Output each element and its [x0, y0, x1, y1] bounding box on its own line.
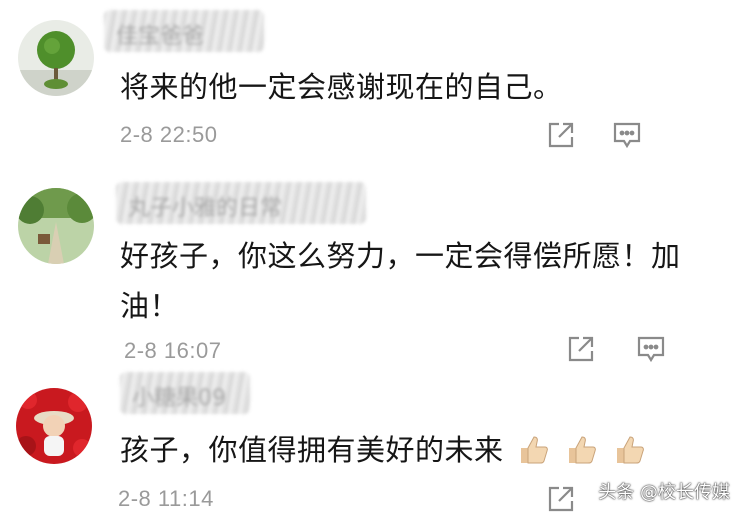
username-blurred[interactable]: 小糖果09 [120, 372, 250, 414]
comment-item: 佳宝爸爸 将来的他一定会感谢现在的自己。 2-8 22:50 [0, 0, 740, 170]
comment-timestamp: 2-8 11:14 [118, 486, 214, 511]
comment-timestamp: 2-8 22:50 [120, 122, 218, 147]
thumbs-up-emoji [565, 432, 599, 466]
comment-timestamp: 2-8 16:07 [124, 338, 222, 363]
avatar-topiary-image [18, 20, 94, 96]
avatar-garden-image [18, 188, 94, 264]
comment-icon[interactable] [612, 120, 642, 150]
comment-text-line: 好孩子，你这么努力，一定会得偿所愿！加 [120, 239, 681, 273]
watermark: 头条 @校长传媒 [598, 482, 730, 503]
comment-text-line: 油！ [120, 289, 180, 323]
avatar[interactable] [18, 20, 94, 96]
share-icon[interactable] [546, 120, 576, 150]
comment-text-content: 孩子，你值得拥有美好的未来 [120, 433, 504, 467]
comment-text: 孩子，你值得拥有美好的未来 [120, 428, 647, 472]
username-blurred[interactable]: 佳宝爸爸 [104, 10, 264, 52]
avatar[interactable] [16, 388, 92, 464]
username-blurred[interactable]: 丸子小雅的日常 [116, 182, 366, 224]
thumbs-up-emoji [613, 432, 647, 466]
avatar-roses-image [16, 388, 92, 464]
comment-text: 好孩子，你这么努力，一定会得偿所愿！加 油！ [120, 234, 730, 328]
comment-text: 将来的他一定会感谢现在的自己。 [120, 70, 563, 104]
thumbs-up-emoji [517, 432, 551, 466]
share-icon[interactable] [546, 484, 576, 514]
comment-icon[interactable] [636, 334, 666, 364]
avatar[interactable] [18, 188, 94, 264]
comment-item: 丸子小雅的日常 好孩子，你这么努力，一定会得偿所愿！加 油！ 2-8 16:07 [0, 170, 740, 370]
share-icon[interactable] [566, 334, 596, 364]
